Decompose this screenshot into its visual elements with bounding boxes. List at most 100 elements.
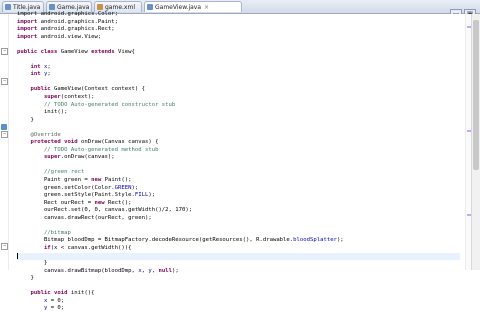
code-token: FILL	[134, 192, 149, 199]
code-line[interactable]: green.setColor(Color.GREEN);	[17, 185, 460, 193]
code-line[interactable]	[17, 56, 460, 64]
code-line[interactable]: import android.graphics.Rect;	[17, 26, 460, 34]
left-ruler	[0, 14, 9, 270]
close-tab-icon[interactable]: ×	[204, 4, 209, 11]
code-line[interactable]: }	[17, 117, 460, 125]
code-token: );	[131, 184, 139, 191]
code-token: public void	[17, 290, 71, 297]
code-line[interactable]	[17, 41, 460, 49]
code-token: init();	[17, 109, 68, 116]
tab-label: Title.java	[13, 4, 41, 11]
code-token: // TODO Auto-generated method stub	[17, 146, 159, 153]
code-token: public class	[17, 48, 61, 55]
code-token: new	[91, 177, 105, 184]
code-token: ;	[47, 71, 51, 78]
code-line[interactable]: public void init(){	[17, 290, 460, 298]
code-line[interactable]: canvas.drawBitmap(bloodDmp, x, y, null);	[17, 268, 460, 276]
code-token: int	[17, 63, 44, 70]
code-token: (context);	[60, 94, 95, 101]
code-token: onDraw(Canvas canvas) {	[81, 139, 159, 146]
code-line[interactable]: public class GameView extends View{	[17, 49, 460, 57]
tab-label: game.xml	[105, 4, 135, 11]
code-token: // TODO Auto-generated constructor stub	[17, 101, 176, 108]
code-token: new	[94, 199, 108, 206]
code-line[interactable]: Rect ourRect = new Rect();	[17, 200, 460, 208]
code-line[interactable]: x = 0;	[17, 298, 460, 306]
code-token: GameView(Context context) {	[54, 86, 145, 93]
code-token: GameView	[60, 48, 92, 55]
code-token: );	[148, 192, 156, 199]
override-marker-icon	[1, 124, 7, 130]
code-token: extends	[91, 48, 119, 55]
code-line[interactable]: // TODO Auto-generated constructor stub	[17, 102, 460, 110]
code-line[interactable]	[17, 124, 460, 132]
code-token: null	[158, 267, 172, 274]
code-area[interactable]: import android.graphics.Color; import and…	[17, 11, 460, 313]
code-token: Rect ourRect =	[17, 199, 95, 206]
code-token: super	[17, 94, 61, 101]
code-token: green.setStyle(Paint.Style.	[17, 192, 135, 199]
code-token: int	[17, 71, 44, 78]
java-file-icon	[49, 4, 55, 10]
scrollbar-thumb[interactable]	[473, 20, 479, 170]
code-token: Paint();	[104, 177, 132, 184]
code-token: .onDraw(canvas);	[60, 154, 115, 161]
code-token: }	[17, 275, 34, 282]
code-token: import	[17, 26, 41, 33]
code-line[interactable]: }	[17, 260, 460, 268]
code-line[interactable]: green.setStyle(Paint.Style.FILL);	[17, 192, 460, 200]
code-line[interactable]	[17, 252, 460, 261]
code-line[interactable]	[17, 79, 460, 87]
text-cursor	[17, 252, 18, 259]
code-token: //green rect	[17, 169, 85, 176]
fold-marker-icon[interactable]	[1, 48, 8, 55]
code-line[interactable]: //green rect	[17, 169, 460, 177]
code-token: }	[17, 116, 34, 123]
code-token: import	[17, 33, 41, 40]
code-line[interactable]: int y;	[17, 71, 460, 79]
code-token: android.graphics.Paint;	[40, 18, 119, 25]
code-line[interactable]: canvas.drawRect(ourRect, green);	[17, 215, 460, 223]
code-line[interactable]	[17, 162, 460, 170]
code-line[interactable]: public GameView(Context context) {	[17, 86, 460, 94]
code-token: = 0;	[47, 305, 65, 312]
code-line[interactable]	[17, 222, 460, 230]
code-line[interactable]: super.onDraw(canvas);	[17, 154, 460, 162]
code-token: canvas.drawRect(ourRect, green);	[17, 214, 152, 221]
code-line[interactable]: import android.graphics.Paint;	[17, 19, 460, 27]
code-line[interactable]: Bitmap bloodDmp = BitmapFactory.decodeRe…	[17, 237, 460, 245]
code-line[interactable]: y = 0;	[17, 305, 460, 313]
code-token: if	[17, 244, 51, 251]
code-editor[interactable]: import android.graphics.Color;import and…	[0, 11, 480, 311]
code-token: );	[336, 237, 344, 244]
code-line[interactable]: @Override	[17, 132, 460, 140]
code-token: canvas.drawBitmap(bloodDmp,	[17, 267, 139, 274]
code-line[interactable]: super(context);	[17, 94, 460, 102]
code-line[interactable]: Paint green = new Paint();	[17, 177, 460, 185]
code-line[interactable]: int x;	[17, 64, 460, 72]
fold-marker-icon[interactable]	[1, 243, 8, 250]
code-line[interactable]: import android.graphics.Color;	[17, 11, 460, 19]
code-token: = 0;	[47, 297, 65, 304]
java-file-icon	[5, 4, 11, 10]
fold-marker-icon[interactable]	[1, 78, 8, 85]
code-token: protected void	[17, 139, 81, 146]
code-line[interactable]: protected void onDraw(Canvas canvas) {	[17, 139, 460, 147]
code-line[interactable]: }	[17, 275, 460, 283]
fold-marker-icon[interactable]	[1, 131, 8, 138]
code-line[interactable]: // TODO Auto-generated method stub	[17, 147, 460, 155]
code-token: GREEN	[114, 184, 132, 191]
code-line[interactable]: import android.view.View;	[17, 34, 460, 42]
code-token: }	[17, 260, 48, 267]
code-token: public	[17, 86, 55, 93]
code-token: ourRect.set(0, 0, canvas.getWidth()/2, 1…	[17, 207, 193, 214]
code-line[interactable]: //bitmap	[17, 230, 460, 238]
code-line[interactable]	[17, 283, 460, 291]
code-line[interactable]: ourRect.set(0, 0, canvas.getWidth()/2, 1…	[17, 207, 460, 215]
code-line[interactable]: init();	[17, 109, 460, 117]
code-token: //bitmap	[17, 229, 71, 236]
code-token: ,	[151, 267, 159, 274]
code-line[interactable]: if(x < canvas.getWidth()){	[17, 245, 460, 253]
vertical-scrollbar[interactable]	[471, 14, 480, 270]
